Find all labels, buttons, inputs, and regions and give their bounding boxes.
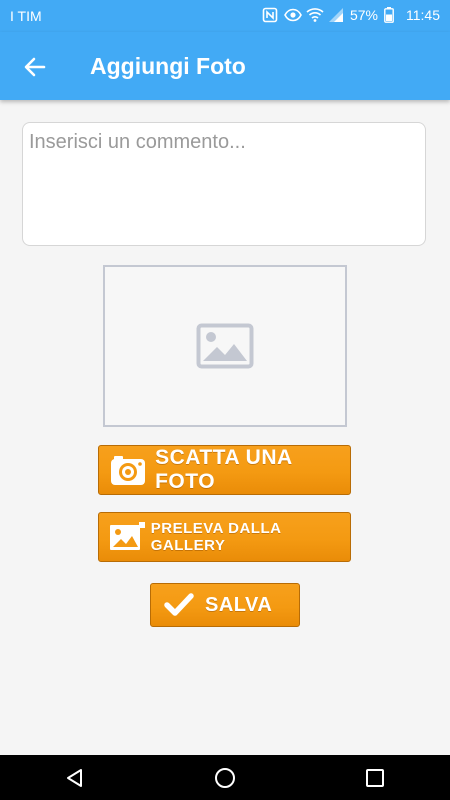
comment-input[interactable] (23, 123, 425, 245)
camera-icon (105, 454, 151, 486)
app-bar: Aggiungi Foto (0, 32, 450, 100)
comment-field-container (22, 122, 426, 246)
circle-home-icon (215, 767, 235, 788)
status-bar: I TIM 57% 11:45 (0, 0, 450, 32)
image-placeholder-icon (196, 323, 254, 369)
save-button[interactable]: SALVA (150, 583, 300, 627)
triangle-back-icon (67, 768, 82, 787)
nav-back-button[interactable] (45, 755, 105, 800)
back-button[interactable] (18, 50, 52, 84)
status-icons: 57% 11:45 (262, 7, 440, 23)
photo-preview[interactable] (103, 265, 347, 427)
pick-from-gallery-button[interactable]: PRELEVA DALLA GALLERY (98, 512, 351, 562)
clock: 11:45 (406, 7, 440, 23)
battery-icon (384, 7, 400, 23)
battery-percent: 57% (349, 7, 378, 23)
carrier-name: I TIM (10, 8, 42, 24)
system-nav-bar (0, 755, 450, 800)
save-label: SALVA (205, 593, 273, 616)
take-photo-button[interactable]: SCATTA UNA FOTO (98, 445, 351, 495)
page-title: Aggiungi Foto (90, 53, 246, 79)
square-recents-icon (366, 768, 384, 787)
nav-recents-button[interactable] (345, 755, 405, 800)
arrow-left-icon (24, 57, 46, 77)
pick-from-gallery-label: PRELEVA DALLA GALLERY (150, 520, 281, 554)
take-photo-label: SCATTA UNA FOTO (155, 446, 292, 493)
wifi-icon (306, 7, 324, 23)
checkmark-icon (159, 593, 199, 617)
signal-icon (328, 7, 344, 23)
nav-home-button[interactable] (195, 755, 255, 800)
eye-icon (284, 7, 302, 23)
nfc-icon (262, 7, 278, 23)
gallery-icon (105, 522, 149, 552)
